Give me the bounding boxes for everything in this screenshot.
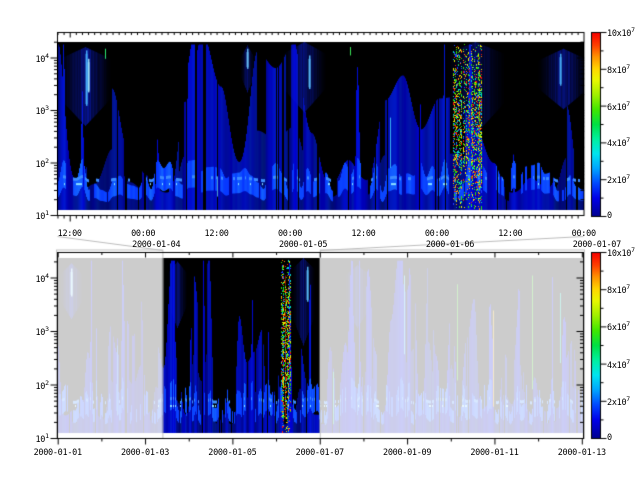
top-x-time-label: 12:00 [498, 229, 522, 239]
bottom-x-date-label: 2000-01-05 [208, 448, 256, 458]
bottom-x-date-label: 2000-01-01 [34, 448, 82, 458]
bottom-x-date-label: 2000-01-09 [383, 448, 431, 458]
bottom-x-date-label: 2000-01-13 [558, 448, 606, 458]
bottom-y-tick-label: 101 [7, 431, 49, 445]
top-x-time-label: 12:00 [205, 229, 229, 239]
top-x-date-label: 2000-01-05 [279, 240, 327, 250]
top-x-time-label: 12:00 [351, 229, 375, 239]
top-x-date-label: 2000-01-04 [132, 240, 180, 250]
bottom-x-date-label: 2000-01-07 [296, 448, 344, 458]
top-x-time-label: 00:00 [278, 229, 302, 239]
spectrogram-figure: 10410310210110410310210112:0000:002000-0… [0, 0, 640, 480]
colorbar-tick-label: 6x107 [607, 319, 630, 333]
top-x-time-label: 00:00 [425, 229, 449, 239]
colorbar-tick-label: 10x107 [607, 245, 635, 259]
colorbar-tick-label: 8x107 [607, 62, 630, 76]
colorbar-tick-label: 0 [607, 433, 612, 443]
top-x-time-label: 00:00 [131, 229, 155, 239]
colorbar-tick-label: 10x107 [607, 25, 635, 39]
bottom-y-tick-label: 104 [7, 271, 49, 285]
colorbar-tick-label: 0 [607, 211, 612, 221]
colorbar-tick-label: 2x107 [607, 394, 630, 408]
colorbar-tick-label: 8x107 [607, 282, 630, 296]
bottom-y-tick-label: 102 [7, 378, 49, 392]
top-x-date-label: 2000-01-06 [426, 240, 474, 250]
top-y-tick-label: 102 [7, 156, 49, 170]
bottom-y-tick-label: 103 [7, 324, 49, 338]
bottom-x-date-label: 2000-01-11 [470, 448, 518, 458]
top-x-time-label: 00:00 [572, 229, 596, 239]
colorbar-tick-label: 4x107 [607, 135, 630, 149]
colorbar-tick-label: 6x107 [607, 99, 630, 113]
colorbar-tick-label: 2x107 [607, 172, 630, 186]
top-y-tick-label: 103 [7, 103, 49, 117]
top-y-tick-label: 101 [7, 208, 49, 222]
bottom-x-date-label: 2000-01-03 [121, 448, 169, 458]
top-y-tick-label: 104 [7, 51, 49, 65]
colorbar-tick-label: 4x107 [607, 357, 630, 371]
top-x-time-label: 12:00 [58, 229, 82, 239]
